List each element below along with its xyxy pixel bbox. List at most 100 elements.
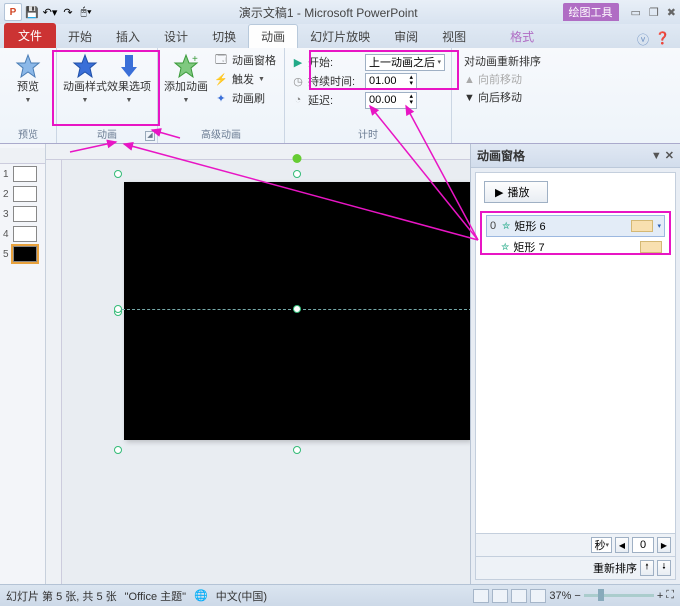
thumb-4[interactable]: 4 — [0, 224, 45, 244]
animation-painter-button[interactable]: ✦动画刷 — [212, 89, 278, 107]
zoom-fit-icon[interactable]: ⛶ — [666, 589, 674, 602]
play-button[interactable]: ▶播放 — [484, 181, 548, 203]
preview-button[interactable]: 预览▼ — [6, 51, 50, 107]
handle-s[interactable] — [293, 446, 301, 454]
group-advanced-animation: + 添加动画▼ 🗔动画窗格 ⚡触发 ▼ ✦动画刷 高级动画 — [158, 48, 285, 143]
effect-arrow-icon — [115, 52, 143, 80]
group-label-advanced: 高级动画 — [201, 126, 241, 143]
contextual-tab-label: 绘图工具 — [563, 3, 619, 21]
preview-star-icon — [14, 52, 42, 80]
anim-item-menu[interactable]: ▾ — [657, 222, 661, 230]
animation-star-icon — [71, 52, 99, 80]
anim-item-1[interactable]: 0 ✮ 矩形 6 ▾ — [486, 215, 665, 237]
status-bar: 幻灯片 第 5 张, 共 5 张 "Office 主题" 🌐 中文(中国) 37… — [0, 584, 680, 606]
tab-design[interactable]: 设计 — [152, 25, 200, 48]
anim-item-2[interactable]: ✮ 矩形 7 — [486, 237, 665, 257]
reorder-up-icon[interactable]: 🠕 — [640, 560, 654, 576]
group-label-animation: 动画 — [97, 126, 117, 143]
handle-nw[interactable] — [114, 170, 122, 178]
status-theme: "Office 主题" — [125, 588, 186, 604]
status-slide-info: 幻灯片 第 5 张, 共 5 张 — [6, 588, 117, 604]
handle-n[interactable] — [293, 170, 301, 178]
thumb-5[interactable]: 5 — [0, 244, 45, 264]
ribbon-tabs: 文件 开始 插入 设计 切换 动画 幻灯片放映 审阅 视图 格式 ⓥ ❓ — [0, 24, 680, 48]
ribbon: 预览▼ 预览 动画样式▼ 效果选项▼ 动画 ◢ + 添加动画▼ 🗔动画窗格 ⚡触… — [0, 48, 680, 144]
close-icon[interactable]: ✖ — [667, 6, 676, 19]
tab-transitions[interactable]: 切换 — [200, 25, 248, 48]
group-label-timing: 计时 — [291, 126, 445, 143]
tab-review[interactable]: 审阅 — [382, 25, 430, 48]
anim-entry-icon: ✮ — [501, 242, 509, 253]
tab-home[interactable]: 开始 — [56, 25, 104, 48]
tab-insert[interactable]: 插入 — [104, 25, 152, 48]
ruler-vertical — [46, 160, 62, 584]
group-reorder: 对动画重新排序 ▲ 向前移动 ▼ 向后移动 — [452, 48, 553, 143]
reorder-down-icon[interactable]: 🠗 — [657, 560, 671, 576]
selection-handles — [118, 174, 470, 450]
move-earlier-button[interactable]: ▲ 向前移动 — [464, 71, 541, 87]
window-controls: ▭ ❐ ✖ — [631, 6, 677, 19]
slide-canvas[interactable] — [46, 144, 470, 584]
trigger-button[interactable]: ⚡触发 ▼ — [212, 70, 278, 88]
app-icon[interactable]: P — [4, 3, 22, 21]
group-timing: ▶ 开始: 上一动画之后▾ ◷ 持续时间: 01.00▴▾ ◔ 延迟: 00.0… — [285, 48, 452, 143]
help-icon[interactable]: ❓ — [655, 31, 670, 48]
view-sorter-icon[interactable] — [492, 589, 508, 603]
tab-slideshow[interactable]: 幻灯片放映 — [298, 25, 382, 48]
handle-sw[interactable] — [114, 446, 122, 454]
thumb-3[interactable]: 3 — [0, 204, 45, 224]
duration-label: 持续时间: — [308, 73, 362, 89]
rotate-handle[interactable] — [293, 154, 302, 163]
group-animation: 动画样式▼ 效果选项▼ 动画 ◢ — [57, 48, 158, 143]
redo-icon[interactable]: ↷ — [60, 4, 76, 20]
duration-input[interactable]: 01.00▴▾ — [365, 73, 417, 90]
timeline-left-icon[interactable]: ◀ — [615, 537, 629, 553]
pane-menu-icon[interactable]: ▼ ✕ — [651, 149, 674, 162]
animation-pane: 动画窗格 ▼ ✕ ▶播放 0 ✮ 矩形 6 ▾ ✮ 矩形 7 — [470, 144, 680, 584]
status-lang-icon[interactable]: 🌐 — [194, 589, 208, 602]
delay-label: 延迟: — [308, 92, 362, 108]
zoom-value[interactable]: 37% — [549, 590, 571, 602]
view-reading-icon[interactable] — [511, 589, 527, 603]
tab-file[interactable]: 文件 — [4, 23, 56, 48]
animation-dialog-launcher[interactable]: ◢ — [145, 131, 155, 141]
thumb-2[interactable]: 2 — [0, 184, 45, 204]
delay-clock-icon: ◔ — [291, 93, 305, 107]
slide-thumbnails: 1 2 3 4 5 — [0, 144, 46, 584]
timeline-right-icon[interactable]: ▶ — [657, 537, 671, 553]
qat-more-icon[interactable]: 🖰▾ — [78, 4, 94, 20]
title-bar: P 💾 ↶▾ ↷ 🖰▾ 演示文稿1 - Microsoft PowerPoint… — [0, 0, 680, 24]
group-label-preview: 预览 — [6, 126, 50, 143]
seconds-select[interactable]: 秒 ▾ — [591, 537, 612, 553]
delay-input[interactable]: 00.00▴▾ — [365, 92, 417, 109]
anim-timeline-bar — [640, 241, 662, 253]
thumb-1[interactable]: 1 — [0, 164, 45, 184]
zoom-out-icon[interactable]: − — [574, 590, 580, 602]
play-icon: ▶ — [495, 186, 503, 199]
annotation-highlight-list: 0 ✮ 矩形 6 ▾ ✮ 矩形 7 — [480, 211, 671, 255]
tab-format[interactable]: 格式 — [498, 25, 546, 48]
ribbon-minimize-icon[interactable]: ⓥ — [637, 31, 649, 48]
add-animation-icon: + — [172, 52, 200, 80]
start-select[interactable]: 上一动画之后▾ — [365, 54, 445, 71]
duration-clock-icon: ◷ — [291, 74, 305, 88]
zoom-slider[interactable] — [584, 594, 654, 597]
save-icon[interactable]: 💾 — [24, 4, 40, 20]
animation-pane-button[interactable]: 🗔动画窗格 — [212, 51, 278, 69]
zoom-in-icon[interactable]: + — [657, 590, 663, 602]
pane-icon: 🗔 — [214, 53, 228, 67]
restore-icon[interactable]: ❐ — [649, 6, 659, 19]
timeline-value[interactable]: 0 — [632, 537, 654, 553]
handle-mid-c[interactable] — [293, 305, 301, 313]
move-later-button[interactable]: ▼ 向后移动 — [464, 89, 541, 105]
tab-view[interactable]: 视图 — [430, 25, 478, 48]
view-normal-icon[interactable] — [473, 589, 489, 603]
undo-icon[interactable]: ↶▾ — [42, 4, 58, 20]
tab-animations[interactable]: 动画 — [248, 24, 298, 48]
reorder-label: 重新排序 — [593, 560, 637, 576]
anim-entry-icon: ✮ — [502, 221, 510, 232]
minimize-icon[interactable]: ▭ — [631, 6, 641, 19]
trigger-icon: ⚡ — [214, 72, 228, 86]
view-slideshow-icon[interactable] — [530, 589, 546, 603]
status-language: 中文(中国) — [216, 588, 267, 604]
